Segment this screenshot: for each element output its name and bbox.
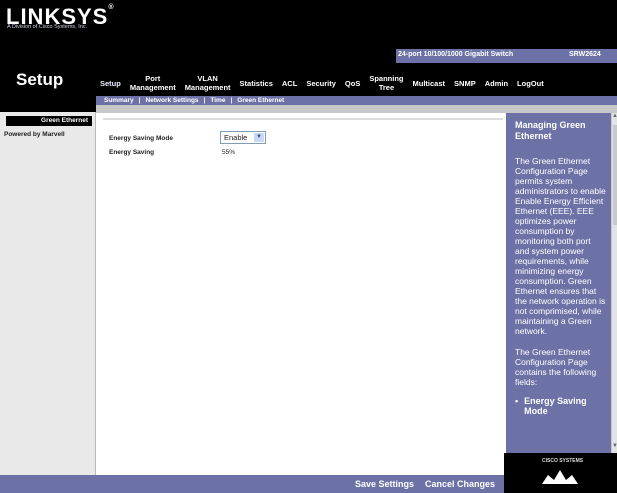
tab-snmp[interactable]: SNMP — [454, 79, 476, 88]
energy-saving-value: 55% — [222, 149, 236, 156]
subtab-separator: | — [203, 97, 206, 104]
section-title: Setup — [16, 70, 64, 89]
cisco-bridge-icon — [542, 470, 578, 484]
tab-statistics[interactable]: Statistics — [240, 79, 273, 88]
energy-saving-mode-select[interactable]: Enable ▼ — [220, 131, 266, 144]
tab-multicast[interactable]: Multicast — [413, 79, 446, 88]
subtab-separator: | — [230, 97, 233, 104]
energy-saving-label: Energy Saving — [109, 149, 155, 156]
help-paragraph-1: The Green Ethernet Configuration Page pe… — [515, 156, 606, 336]
tab-setup[interactable]: Setup — [100, 79, 121, 88]
subtab-green-ethernet[interactable]: Green Ethernet — [237, 97, 284, 104]
help-text: Managing Green Ethernet The Green Ethern… — [515, 120, 607, 416]
tab-spanning-tree[interactable]: Spanning Tree — [369, 74, 403, 92]
tab-acl[interactable]: ACL — [282, 79, 297, 88]
main-content — [97, 113, 500, 475]
cisco-logo-text: CISCO SYSTEMS — [542, 458, 584, 464]
left-sidebar — [0, 112, 96, 475]
subtab-time[interactable]: Time — [210, 97, 225, 104]
device-model: SRW2624 — [569, 51, 601, 58]
divider-strip — [96, 105, 617, 113]
save-settings-button[interactable]: Save Settings — [355, 479, 414, 489]
model-band-left — [96, 49, 416, 63]
sidebar-badge: Green Ethernet — [6, 116, 92, 126]
tab-logout[interactable]: LogOut — [517, 79, 544, 88]
select-value: Enable — [224, 133, 248, 142]
subtab-separator: | — [138, 97, 141, 104]
energy-saving-mode-label: Energy Saving Mode — [109, 135, 173, 142]
tab-qos[interactable]: QoS — [345, 79, 360, 88]
main-tabs: Setup Port Management VLAN Management Stati… — [100, 72, 553, 94]
chevron-down-icon[interactable]: ▼ — [254, 133, 264, 142]
bullet-dot-icon: • — [515, 396, 519, 406]
device-description: 24-port 10/100/1000 Gigabit Switch — [398, 51, 514, 58]
help-paragraph-2: The Green Ethernet Configuration Page co… — [515, 347, 597, 387]
model-band — [96, 49, 617, 63]
logo-subtitle: A Division of Cisco Systems, Inc. — [7, 24, 88, 30]
tab-port-management[interactable]: Port Management — [130, 74, 176, 92]
cancel-changes-button[interactable]: Cancel Changes — [425, 479, 495, 489]
tab-security[interactable]: Security — [306, 79, 336, 88]
scroll-up-icon[interactable]: ▲ — [612, 113, 617, 121]
content-rule — [103, 118, 503, 120]
help-title: Managing Green Ethernet — [515, 120, 586, 141]
powered-by-label: Powered by Marvell — [4, 131, 65, 138]
help-bullet-text: Energy Saving Mode — [524, 396, 587, 416]
scroll-down-icon[interactable]: ▼ — [612, 443, 617, 451]
subtab-summary[interactable]: Summary — [104, 97, 134, 104]
logo-trademark: ® — [108, 4, 115, 11]
subtab-network-settings[interactable]: Network Settings — [145, 97, 198, 104]
sub-tabs: Summary | Network Settings | Time | Green Ethe… — [104, 97, 284, 104]
help-scrollbar[interactable]: ▲ ▼ — [611, 113, 617, 453]
tab-vlan-management[interactable]: VLAN Management — [185, 74, 231, 92]
help-bullet: • Energy Saving Mode — [515, 396, 607, 416]
scroll-thumb[interactable] — [613, 125, 617, 225]
tab-admin[interactable]: Admin — [485, 79, 508, 88]
